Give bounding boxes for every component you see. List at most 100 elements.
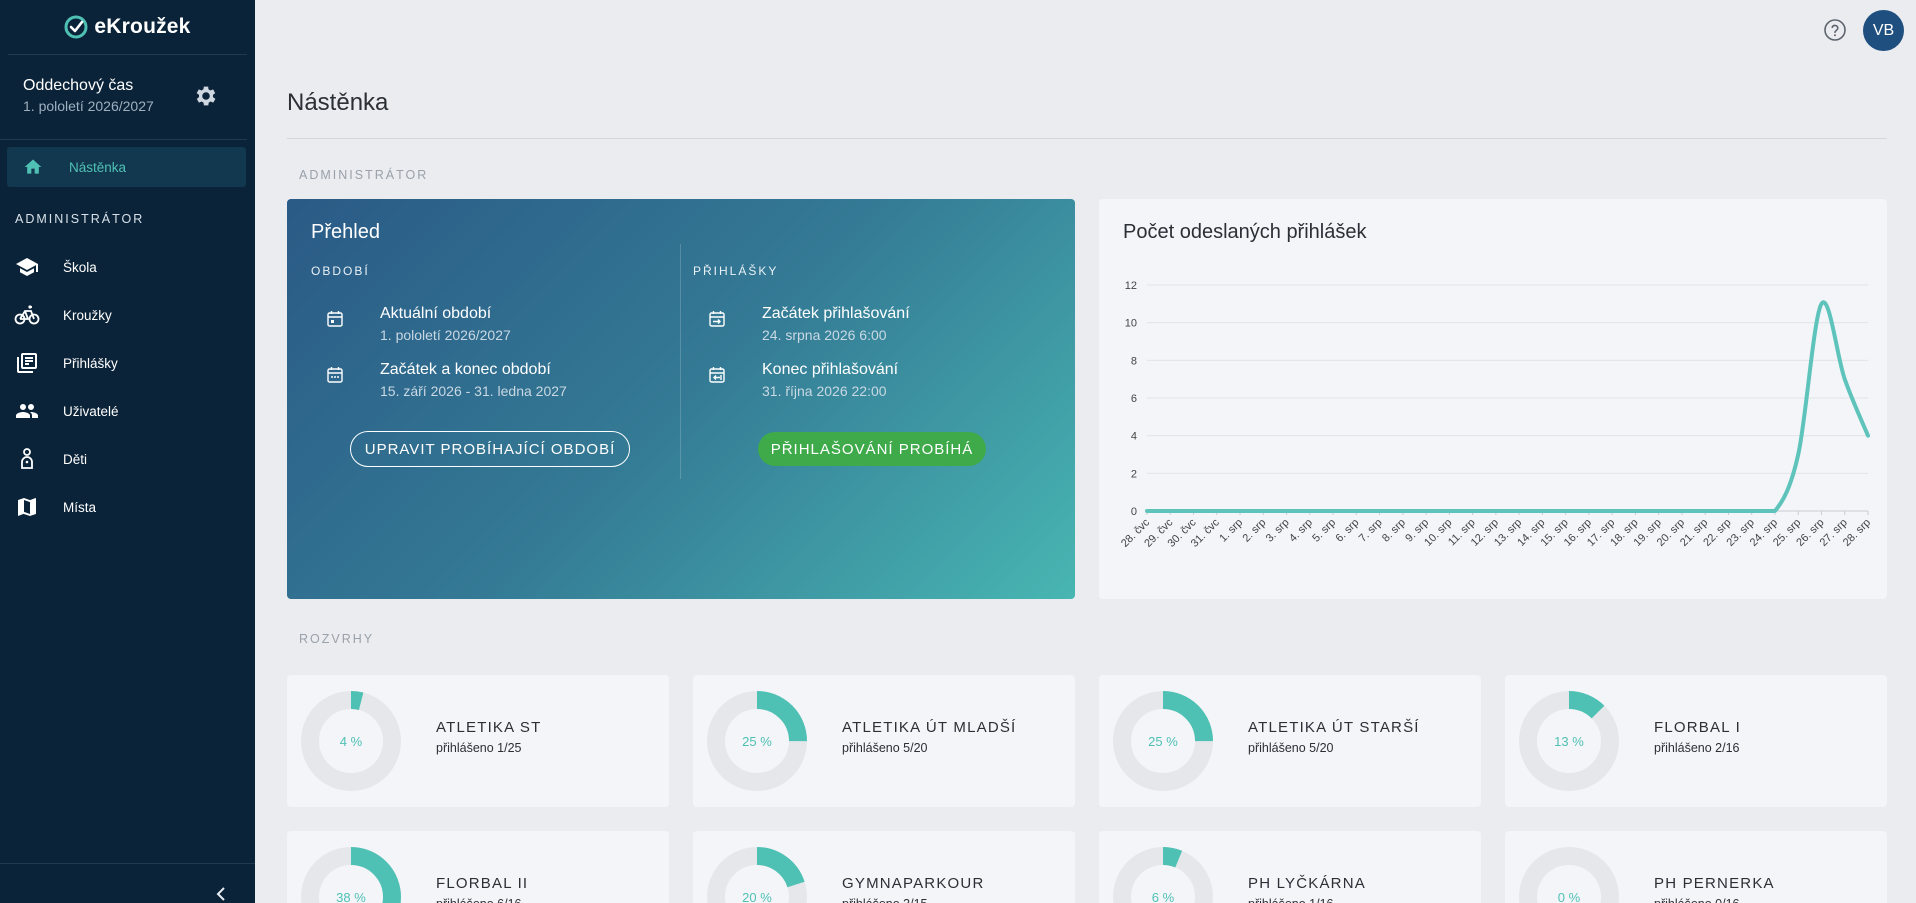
sidebar-footer xyxy=(0,863,255,903)
capacity-donut: 6 % xyxy=(1113,847,1213,903)
schedule-name: FLORBAL II xyxy=(436,875,529,892)
overview-card: Přehled OBDOBÍ PŘIHLÁŠKY Aktuální období… xyxy=(287,199,1075,599)
calendar-start-icon xyxy=(709,305,737,343)
sidebar-nav: Škola Kroužky Přihlášky Uživatelé Děti M… xyxy=(0,243,255,531)
capacity-donut: 0 % xyxy=(1519,847,1619,903)
x-tick-label: 6. srp xyxy=(1334,517,1362,545)
list-icon xyxy=(0,351,54,375)
sidebar-item-label: Děti xyxy=(63,451,88,467)
current-period-value: 1. pololetí 2026/2027 xyxy=(380,327,511,343)
sidebar-item-clubs[interactable]: Kroužky xyxy=(0,291,255,339)
schedule-registered-count: přihlášeno 1/16 xyxy=(1248,897,1333,903)
avatar[interactable]: VB xyxy=(1863,10,1904,51)
signup-start-title: Začátek přihlašování xyxy=(762,305,910,322)
capacity-donut: 4 % xyxy=(301,691,401,791)
period-range-info: Začátek a konec období 15. září 2026 - 3… xyxy=(327,361,567,399)
sidebar: eKroužek Oddechový čas 1. pololetí 2026/… xyxy=(0,0,255,903)
schedule-registered-count: přihlášeno 3/15 xyxy=(842,897,927,903)
app-logo[interactable]: eKroužek xyxy=(8,0,247,55)
schedule-card[interactable]: 0 % PH PERNERKA přihlášeno 0/16 xyxy=(1505,831,1887,903)
signup-start-value: 24. srpna 2026 6:00 xyxy=(762,327,887,343)
y-tick-label: 10 xyxy=(1125,318,1137,330)
schedule-card[interactable]: 25 % ATLETIKA ÚT STARŠÍ přihlášeno 5/20 xyxy=(1099,675,1481,807)
capacity-donut: 25 % xyxy=(707,691,807,791)
schedule-registered-count: přihlášeno 0/16 xyxy=(1654,897,1739,903)
donut-percent-label: 38 % xyxy=(336,890,366,903)
donut-percent-label: 25 % xyxy=(1148,734,1178,749)
column-divider xyxy=(680,244,681,479)
schedule-name: ATLETIKA ST xyxy=(436,719,542,736)
y-tick-label: 4 xyxy=(1131,431,1137,443)
sidebar-item-users[interactable]: Uživatelé xyxy=(0,387,255,435)
calendar-range-icon xyxy=(327,361,355,399)
y-tick-label: 2 xyxy=(1131,468,1137,480)
x-tick-label: 5. srp xyxy=(1310,517,1338,545)
sidebar-section-label: ADMINISTRÁTOR xyxy=(15,212,145,226)
period-range-value: 15. září 2026 - 31. ledna 2027 xyxy=(380,383,567,399)
sidebar-item-label: Škola xyxy=(63,259,97,275)
bicycle-icon xyxy=(0,303,54,327)
signup-end-title: Konec přihlašování xyxy=(762,361,899,378)
capacity-donut: 25 % xyxy=(1113,691,1213,791)
calendar-icon xyxy=(327,305,355,343)
capacity-donut: 13 % xyxy=(1519,691,1619,791)
period-range-title: Začátek a konec období xyxy=(380,361,551,378)
sidebar-item-label: Místa xyxy=(63,499,97,515)
signup-end-info: Konec přihlašování 31. října 2026 22:00 xyxy=(709,361,898,399)
schedule-card[interactable]: 6 % PH LYČKÁRNA přihlášeno 1/16 xyxy=(1099,831,1481,903)
sidebar-item-children[interactable]: Děti xyxy=(0,435,255,483)
schedule-card[interactable]: 20 % GYMNAPARKOUR přihlášeno 3/15 xyxy=(693,831,1075,903)
x-tick-label: 8. srp xyxy=(1380,517,1408,545)
schedule-name: ATLETIKA ÚT STARŠÍ xyxy=(1248,719,1420,736)
calendar-end-icon xyxy=(709,361,737,399)
page-title: Nástěnka xyxy=(287,89,389,116)
current-period-title: Aktuální období xyxy=(380,305,492,322)
sidebar-item-label: Nástěnka xyxy=(69,159,127,175)
current-period-info: Aktuální období 1. pololetí 2026/2027 xyxy=(327,305,511,343)
app-name: eKroužek xyxy=(94,15,191,38)
y-tick-label: 6 xyxy=(1131,393,1137,405)
logo-check-icon xyxy=(64,15,88,39)
capacity-donut: 38 % xyxy=(301,847,401,903)
schedule-registered-count: přihlášeno 6/16 xyxy=(436,897,521,903)
schedule-card[interactable]: 4 % ATLETIKA ST přihlášeno 1/25 xyxy=(287,675,669,807)
help-icon[interactable] xyxy=(1823,18,1847,42)
x-tick-label: 7. srp xyxy=(1357,517,1385,545)
sidebar-item-label: Uživatelé xyxy=(63,403,119,419)
sidebar-item-label: Kroužky xyxy=(63,307,112,323)
sidebar-item-label: Přihlášky xyxy=(63,355,118,371)
schedule-name: PH LYČKÁRNA xyxy=(1248,875,1366,892)
sidebar-item-dashboard[interactable]: Nástěnka xyxy=(7,147,246,187)
signup-status-button[interactable]: PŘIHLAŠOVÁNÍ PROBÍHÁ xyxy=(758,432,986,466)
users-icon xyxy=(0,399,54,423)
chevron-left-icon[interactable] xyxy=(215,887,227,901)
y-tick-label: 8 xyxy=(1131,355,1137,367)
edit-period-button[interactable]: UPRAVIT PROBÍHAJÍCÍ OBDOBÍ xyxy=(350,431,630,467)
schedule-registered-count: přihlášeno 1/25 xyxy=(436,741,522,755)
admin-section-label: ADMINISTRÁTOR xyxy=(299,168,429,182)
donut-percent-label: 13 % xyxy=(1554,734,1584,749)
donut-percent-label: 6 % xyxy=(1152,890,1175,903)
sidebar-item-places[interactable]: Místa xyxy=(0,483,255,531)
schedule-registered-count: přihlášeno 5/20 xyxy=(842,741,928,755)
signup-end-value: 31. října 2026 22:00 xyxy=(762,383,887,399)
schedule-name: ATLETIKA ÚT MLADŠÍ xyxy=(842,719,1017,736)
donut-percent-label: 0 % xyxy=(1558,890,1581,903)
schedules-section-label: ROZVRHY xyxy=(299,632,375,646)
overview-title: Přehled xyxy=(311,221,380,243)
schedule-registered-count: přihlášeno 5/20 xyxy=(1248,741,1334,755)
sidebar-item-applications[interactable]: Přihlášky xyxy=(0,339,255,387)
applications-column-label: PŘIHLÁŠKY xyxy=(693,264,779,278)
school-icon xyxy=(0,255,54,279)
map-icon xyxy=(0,495,54,519)
gear-icon[interactable] xyxy=(193,83,219,109)
schedule-registered-count: přihlášeno 2/16 xyxy=(1654,741,1740,755)
signup-start-info: Začátek přihlašování 24. srpna 2026 6:00 xyxy=(709,305,910,343)
schedule-name: PH PERNERKA xyxy=(1654,875,1775,892)
donut-percent-label: 4 % xyxy=(340,734,363,749)
sidebar-item-school[interactable]: Škola xyxy=(0,243,255,291)
schedule-card[interactable]: 25 % ATLETIKA ÚT MLADŠÍ přihlášeno 5/20 xyxy=(693,675,1075,807)
donut-percent-label: 20 % xyxy=(742,890,772,903)
schedule-card[interactable]: 13 % FLORBAL I přihlášeno 2/16 xyxy=(1505,675,1887,807)
schedule-card[interactable]: 38 % FLORBAL II přihlášeno 6/16 xyxy=(287,831,669,903)
